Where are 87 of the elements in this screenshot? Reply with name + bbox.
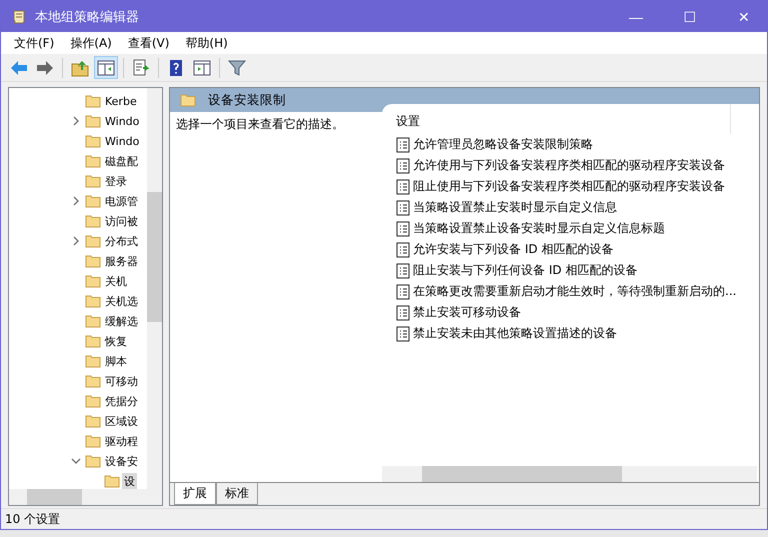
filter-icon [227, 58, 247, 78]
folder-icon [85, 294, 101, 308]
setting-item[interactable]: 禁止安装未由其他策略设置描述的设备 [413, 325, 617, 342]
tree-item[interactable]: 恢复 [103, 332, 129, 350]
tree-item[interactable]: 区域设 [103, 412, 140, 430]
folder-icon [85, 154, 101, 168]
setting-item[interactable]: 当策略设置禁止设备安装时显示自定义信息标题 [413, 220, 665, 237]
window-control[interactable]: — [613, 1, 659, 32]
document-icon [396, 178, 410, 194]
document-icon [396, 284, 410, 300]
chevron-right-icon[interactable] [71, 236, 81, 246]
horizontal-scrollbar[interactable] [9, 489, 162, 505]
document-icon [396, 242, 410, 258]
setting-item[interactable]: 禁止安装可移动设备 [413, 304, 521, 321]
folder-icon [85, 454, 101, 468]
folder-icon [85, 374, 101, 388]
tree-item[interactable]: 设备安 [103, 452, 140, 470]
pane-title: 设备安装限制 [208, 92, 286, 108]
tab[interactable]: 标准 [216, 483, 258, 505]
tree-item[interactable]: 设 [122, 472, 137, 489]
folder-icon [85, 354, 101, 368]
tree-pane-icon [96, 58, 116, 78]
folder-icon [85, 254, 101, 268]
tree-item[interactable]: Kerbe [103, 94, 139, 108]
export-list-icon [131, 58, 151, 78]
description-text: 选择一个项目来查看它的描述。 [176, 117, 344, 131]
tree-item[interactable]: 脚本 [103, 352, 129, 370]
document-icon [396, 262, 410, 278]
tree-item[interactable]: 凭据分 [103, 392, 140, 410]
folder-icon [85, 94, 101, 108]
tab[interactable]: 扩展 [174, 483, 216, 505]
setting-item[interactable]: 阻止使用与下列设备安装程序类相匹配的驱动程序安装设备 [413, 178, 725, 195]
chevron-right-icon[interactable] [71, 116, 81, 126]
tree-item[interactable]: 电源管 [103, 192, 140, 210]
setting-item[interactable]: 允许管理员忽略设备安装限制策略 [413, 136, 593, 153]
tree-item[interactable]: 服务器 [103, 252, 140, 270]
tree-item[interactable]: 分布式 [103, 232, 140, 250]
folder-icon [85, 174, 101, 188]
setting-item[interactable]: 阻止安装与下列任何设备 ID 相匹配的设备 [413, 262, 638, 279]
document-icon [396, 220, 410, 236]
tree-item[interactable]: Windo [103, 114, 142, 128]
document-icon [396, 136, 410, 152]
folder-icon [85, 194, 101, 208]
document-icon [396, 158, 410, 174]
window-control[interactable]: ☐ [667, 1, 713, 32]
folder-icon [85, 394, 101, 408]
folder-icon [85, 414, 101, 428]
horizontal-scrollbar[interactable] [382, 466, 757, 482]
setting-item[interactable]: 当策略设置禁止安装时显示自定义信息 [413, 199, 617, 216]
folder-icon [85, 434, 101, 448]
tree-item[interactable]: 访问被 [103, 212, 140, 230]
window-control[interactable]: ✕ [721, 1, 767, 32]
folder-icon [85, 114, 101, 128]
menu-item[interactable]: 文件(F) [9, 34, 60, 52]
tree-item[interactable]: 关机选 [103, 292, 140, 310]
folder-icon [85, 334, 101, 348]
setting-item[interactable]: 允许使用与下列设备安装程序类相匹配的驱动程序安装设备 [413, 157, 725, 174]
tree-item[interactable]: 缓解选 [103, 312, 140, 330]
window-title: 本地组策略编辑器 [35, 8, 140, 26]
action-pane-icon [192, 58, 212, 78]
folder-icon [180, 93, 196, 107]
folder-icon [85, 234, 101, 248]
chevron-right-icon[interactable] [71, 196, 81, 206]
menu-item[interactable]: 帮助(H) [180, 34, 233, 52]
folder-icon [85, 274, 101, 288]
tree-item[interactable]: 驱动程 [103, 432, 140, 450]
menu-item[interactable]: 操作(A) [65, 34, 117, 52]
scroll-icon [11, 8, 27, 24]
document-icon [396, 304, 410, 320]
toolbar-button[interactable] [94, 56, 118, 79]
folder-icon [85, 314, 101, 328]
status-text: 10 个设置 [5, 510, 60, 528]
document-icon [396, 200, 410, 216]
menu-item[interactable]: 查看(V) [122, 34, 174, 52]
folder-icon [85, 134, 101, 148]
setting-item[interactable]: 允许安装与下列设备 ID 相匹配的设备 [413, 241, 614, 258]
tree-item[interactable]: 关机 [103, 272, 129, 290]
tree-item[interactable]: 登录 [103, 172, 129, 190]
tree-item[interactable]: 磁盘配 [103, 152, 140, 170]
vertical-scrollbar[interactable] [147, 88, 162, 489]
document-icon [396, 326, 410, 342]
tree-item[interactable]: Windo [103, 134, 142, 148]
chevron-down-icon[interactable] [71, 456, 81, 466]
setting-item[interactable]: 在策略更改需要重新启动才能生效时，等待强制重新启动的... [413, 283, 736, 300]
folder-icon [85, 214, 101, 228]
tree-item[interactable]: 可移动 [103, 372, 140, 390]
column-header[interactable]: 设置 [382, 104, 731, 134]
